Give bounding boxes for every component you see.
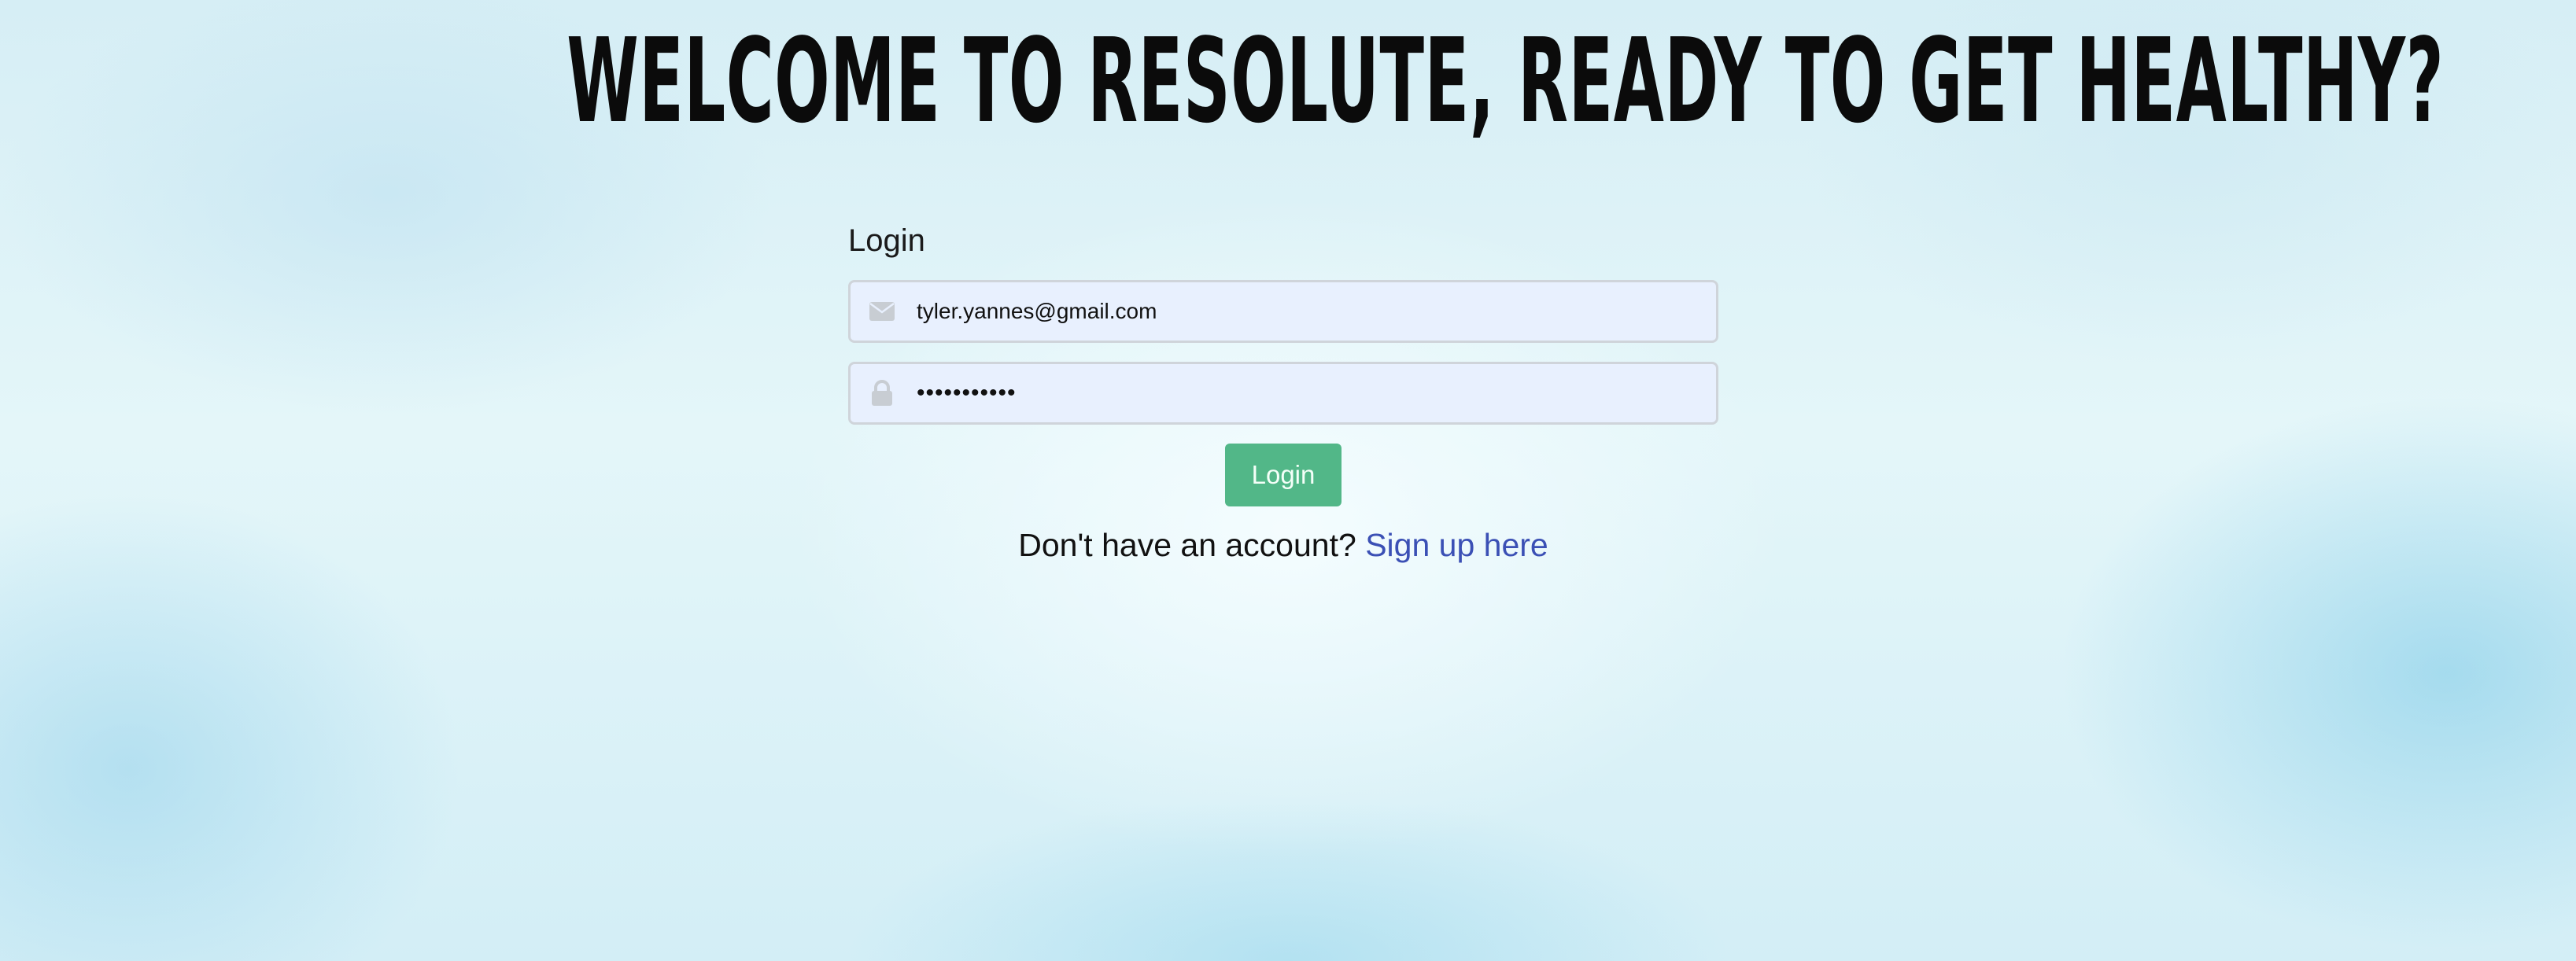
signup-prompt-row: Don't have an account? Sign up here	[848, 524, 1718, 566]
envelope-icon	[866, 296, 898, 327]
email-field[interactable]	[848, 280, 1718, 343]
button-row: Login	[848, 444, 1718, 506]
signup-link[interactable]: Sign up here	[1365, 527, 1548, 563]
login-form: Login Login Don't have an account? Sign …	[848, 220, 1718, 566]
form-title: Login	[848, 223, 925, 258]
lock-icon	[866, 377, 898, 409]
signup-prompt-text: Don't have an account?	[1018, 527, 1356, 563]
password-field[interactable]	[848, 362, 1718, 425]
page-title: WELCOME TO RESOLUTE, READY TO GET HEALTH…	[566, 13, 2445, 149]
password-input[interactable]	[898, 364, 1716, 422]
email-input[interactable]	[898, 282, 1716, 341]
login-button[interactable]: Login	[1225, 444, 1342, 506]
